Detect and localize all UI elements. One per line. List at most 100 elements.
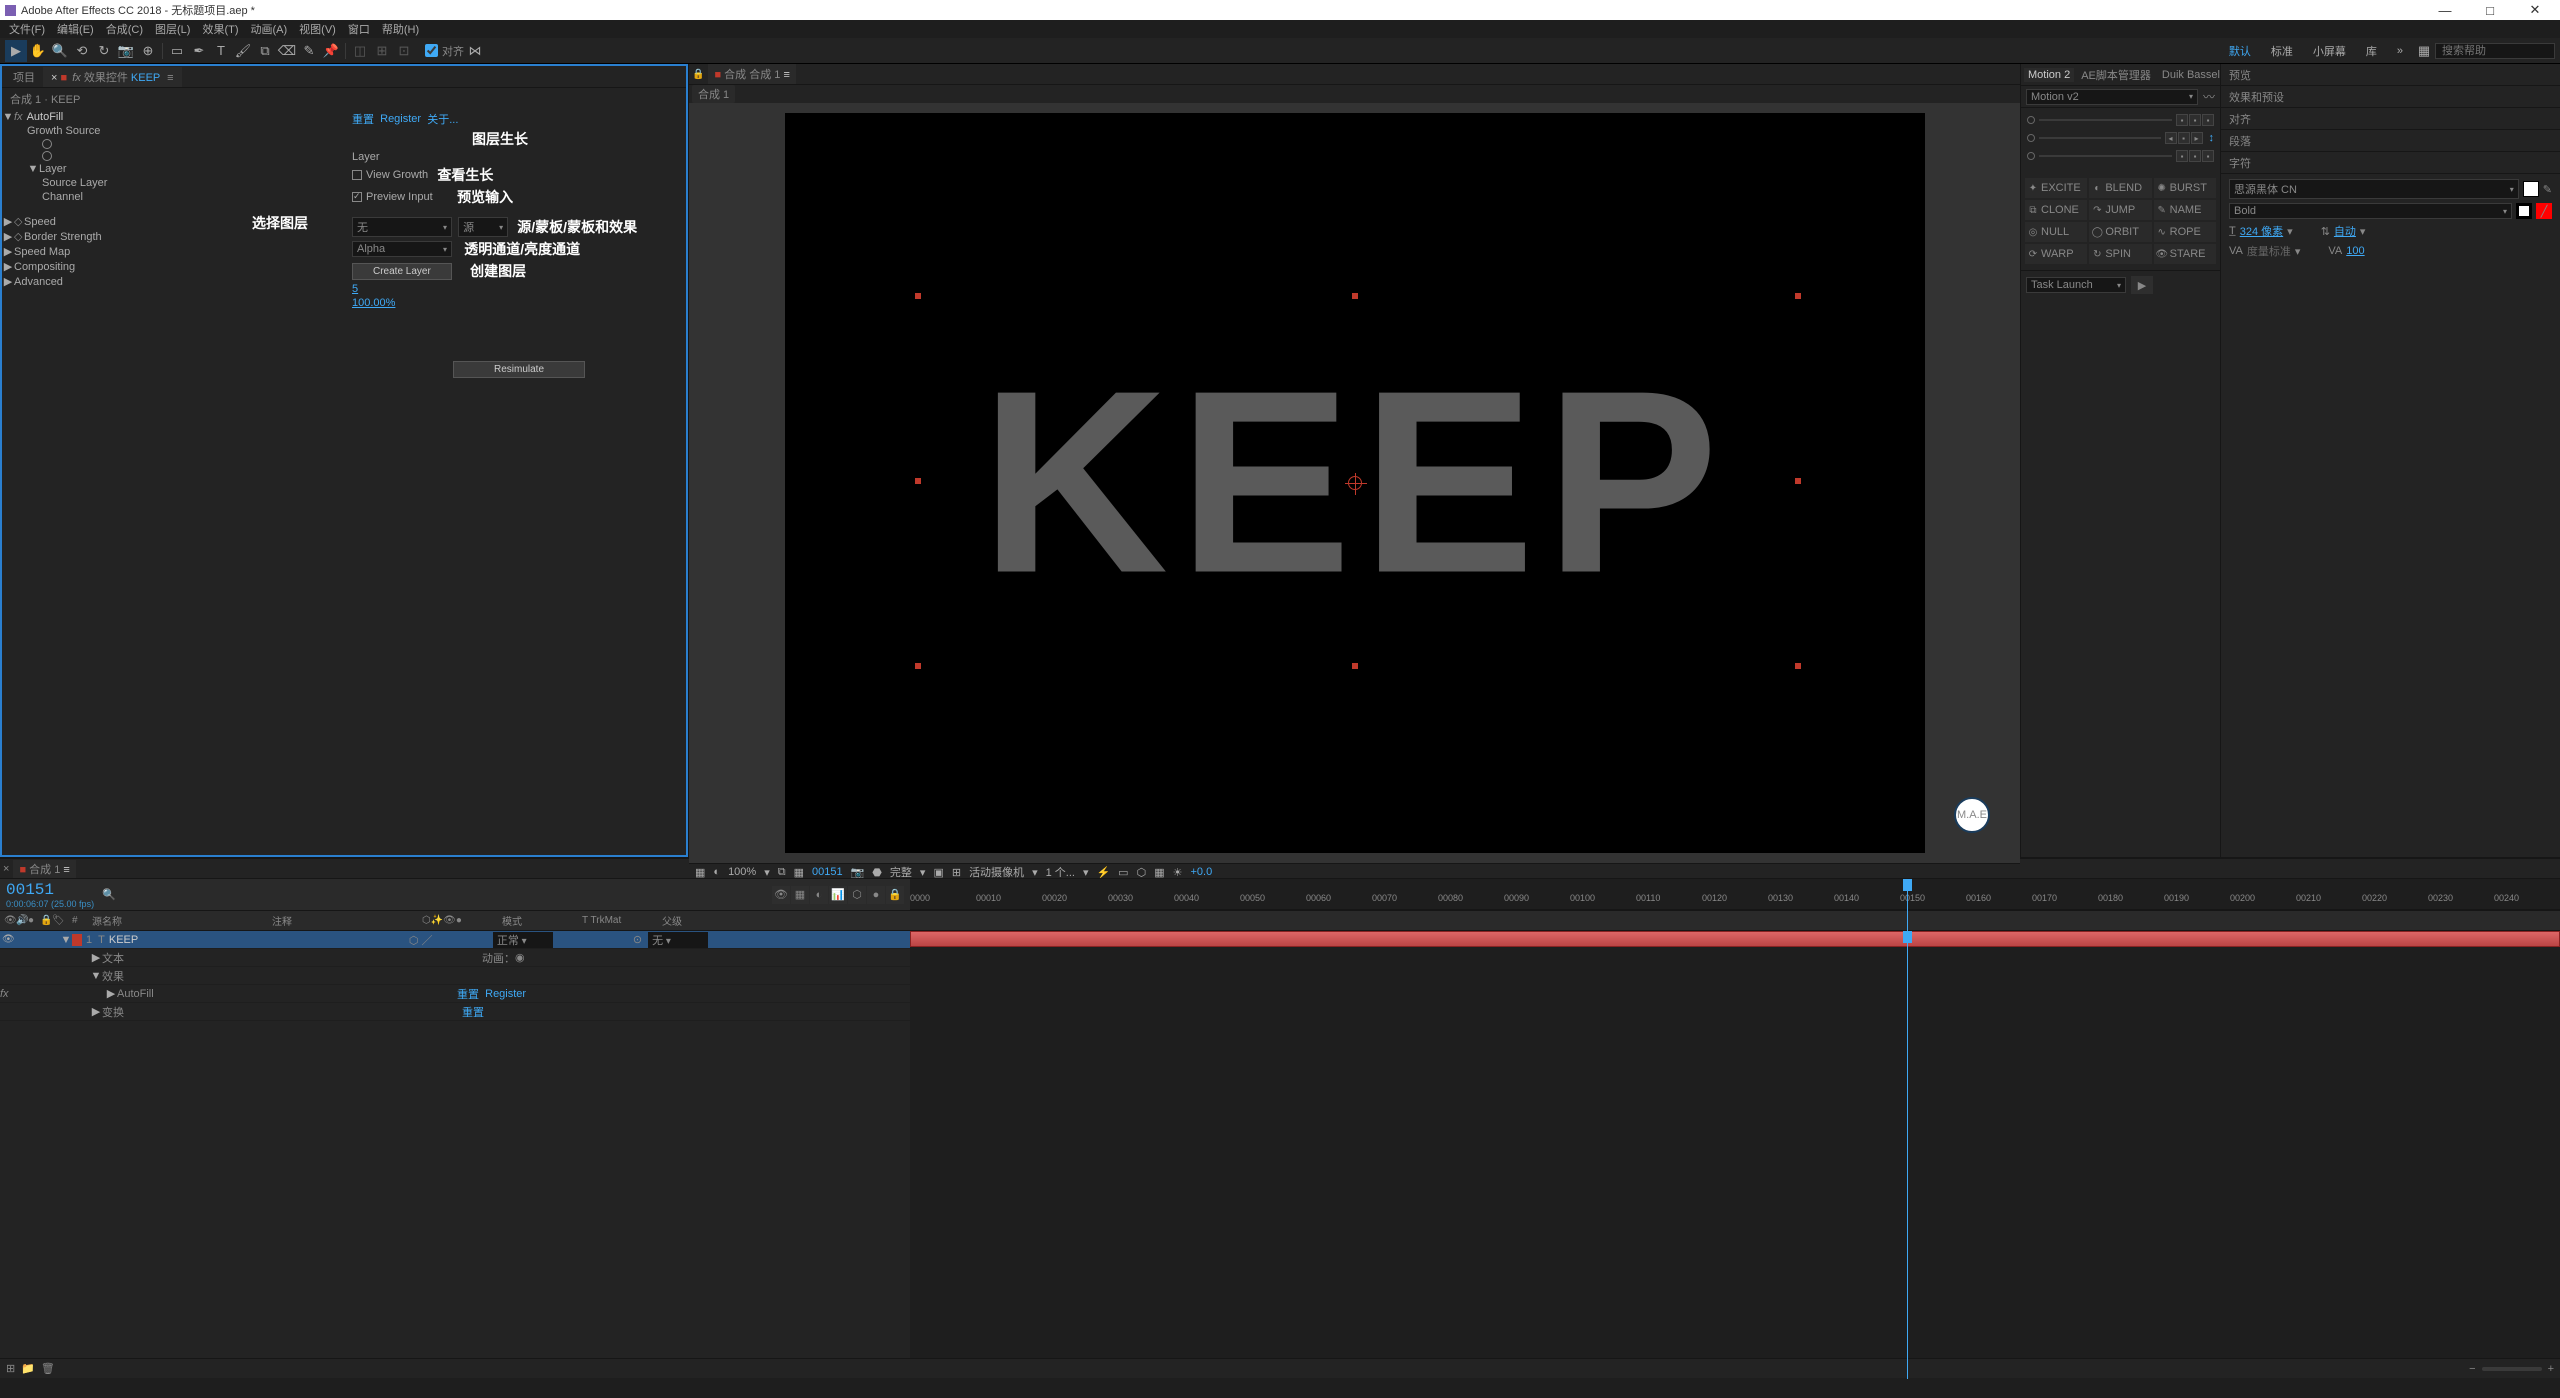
twirl-icon[interactable]: ▶ <box>2 275 14 288</box>
about-link[interactable]: 关于... <box>427 111 458 127</box>
feat-blend[interactable]: ◐BLEND <box>2089 178 2151 198</box>
selection-tool[interactable]: ▶ <box>5 40 27 62</box>
anchor-tool[interactable]: ⊕ <box>137 40 159 62</box>
twirl-icon[interactable]: ▶ <box>90 1005 102 1018</box>
workspace-library[interactable]: 库 <box>2356 41 2387 61</box>
effect-controls-tab[interactable]: × ■ fx 效果控件 KEEP ≡ <box>43 67 182 87</box>
slider-track[interactable] <box>2039 155 2172 157</box>
reset-link[interactable]: 重置 <box>462 1004 484 1020</box>
view-growth-checkbox[interactable] <box>352 170 362 180</box>
menu-file[interactable]: 文件(F) <box>4 20 50 38</box>
slider-btn[interactable]: ▪ <box>2176 150 2188 162</box>
slider-track[interactable] <box>2039 119 2172 121</box>
layer-sub-row[interactable]: ▼ 效果 <box>0 967 910 985</box>
align-panel-tab[interactable]: 对齐 <box>2221 108 2560 130</box>
character-panel-tab[interactable]: 字符 <box>2221 152 2560 174</box>
audio-col-icon[interactable]: 🔊 <box>12 915 24 926</box>
effect-name[interactable]: AutoFill <box>27 111 64 123</box>
toggle-switches-icon[interactable]: ⊞ <box>6 1362 15 1375</box>
feat-name[interactable]: ✎NAME <box>2154 200 2216 220</box>
close-button[interactable]: ✕ <box>2515 2 2555 18</box>
menu-composition[interactable]: 合成(C) <box>101 20 148 38</box>
slider-track[interactable] <box>2039 137 2161 139</box>
layer-sub-row[interactable]: ▶ 变换 重置 <box>0 1003 910 1021</box>
stroke-color-swatch[interactable] <box>2516 203 2532 219</box>
layer-row[interactable]: 👁 ▼ 1 T KEEP ⬡ ／ 正常 ▾ ⊙ 无 ▾ <box>0 931 910 949</box>
va-value[interactable]: 100 <box>2346 245 2364 257</box>
workspace-more[interactable]: » <box>2387 43 2413 59</box>
slider-btn[interactable]: ▪ <box>2178 132 2190 144</box>
twirl-icon[interactable]: ▶ <box>2 245 14 258</box>
view-axis-tool[interactable]: ⊡ <box>393 40 415 62</box>
menu-help[interactable]: 帮助(H) <box>377 20 424 38</box>
selection-handle[interactable] <box>1795 478 1801 484</box>
motion-blur-icon[interactable]: ◐ <box>810 886 828 904</box>
slider-btn[interactable]: ▸ <box>2191 132 2203 144</box>
reset-link[interactable]: 重置 <box>457 986 479 1002</box>
selection-handle[interactable] <box>1352 663 1358 669</box>
clone-tool[interactable]: ⧉ <box>254 40 276 62</box>
feat-burst[interactable]: ✺BURST <box>2154 178 2216 198</box>
feat-warp[interactable]: ⟳WARP <box>2025 244 2087 264</box>
mode-header[interactable]: 模式 <box>498 913 578 928</box>
zoom-out-icon[interactable]: − <box>2469 1363 2475 1375</box>
selection-handle[interactable] <box>915 293 921 299</box>
slider-btn[interactable]: ▪ <box>2189 114 2201 126</box>
timeline-tab[interactable]: ■ 合成 1 ≡ <box>13 860 75 878</box>
hand-tool[interactable]: ✋ <box>27 40 49 62</box>
lock-col-icon[interactable]: 🔒 <box>36 915 48 926</box>
source-name-header[interactable]: 源名称 <box>88 913 268 928</box>
sub-tab[interactable]: 合成 1 <box>692 85 735 103</box>
selection-handle[interactable] <box>915 663 921 669</box>
menu-window[interactable]: 窗口 <box>343 20 375 38</box>
slider-btn[interactable]: ▪ <box>2189 150 2201 162</box>
roto-tool[interactable]: ✎ <box>298 40 320 62</box>
font-family-dropdown[interactable]: 思源黑体 CN▾ <box>2229 179 2519 199</box>
tab-script-manager[interactable]: AE脚本管理器 <box>2077 66 2155 84</box>
type-tool[interactable]: T <box>210 40 232 62</box>
twirl-icon[interactable]: ▶ <box>105 987 117 1000</box>
workspace-panel-icon[interactable]: ▦ <box>2413 40 2435 62</box>
snap-checkbox[interactable]: 对齐 <box>425 43 464 59</box>
task-dropdown[interactable]: Task Launch▾ <box>2026 277 2126 293</box>
timecode[interactable]: 00151 <box>6 881 94 899</box>
zoom-tool[interactable]: 🔍 <box>49 40 71 62</box>
radio-icon[interactable] <box>42 139 52 149</box>
selection-handle[interactable] <box>1795 293 1801 299</box>
twirl-icon[interactable]: ▶ <box>90 951 102 964</box>
visibility-icon[interactable]: 👁 <box>2 934 14 945</box>
feat-orbit[interactable]: ◯ORBIT <box>2089 222 2151 242</box>
preview-input-checkbox[interactable] <box>352 192 362 202</box>
feat-excite[interactable]: ✦EXCITE <box>2025 178 2087 198</box>
trkmat-header[interactable]: T TrkMat <box>578 915 658 926</box>
slider-radio[interactable] <box>2027 152 2035 160</box>
draft-3d-icon[interactable]: ⬡ <box>848 886 866 904</box>
blend-mode-dropdown[interactable]: 正常 ▾ <box>493 932 553 948</box>
feat-jump[interactable]: ↷JUMP <box>2089 200 2151 220</box>
slider-radio[interactable] <box>2027 116 2035 124</box>
twirl-icon[interactable]: ▼ <box>60 934 72 946</box>
pen-tool[interactable]: ✒ <box>188 40 210 62</box>
font-size-value[interactable]: 324 像素 <box>2240 223 2283 239</box>
slider-btn[interactable]: ▪ <box>2202 150 2214 162</box>
parent-header[interactable]: 父级 <box>658 913 738 928</box>
slider-btn[interactable]: ▪ <box>2176 114 2188 126</box>
frame-blend-icon[interactable]: ▦ <box>791 886 809 904</box>
comment-header[interactable]: 注释 <box>268 913 418 928</box>
world-axis-tool[interactable]: ⊞ <box>371 40 393 62</box>
reset-link[interactable]: 重置 <box>352 111 374 127</box>
zoom-slider[interactable] <box>2482 1367 2542 1371</box>
eyedropper-icon[interactable]: ✎ <box>2543 183 2552 196</box>
feat-rope[interactable]: ∿ROPE <box>2154 222 2216 242</box>
time-ruler[interactable]: 0000000100002000030000400005000060000700… <box>910 879 2560 910</box>
camera-tool[interactable]: 📷 <box>115 40 137 62</box>
border-value[interactable]: 100.00% <box>352 297 395 309</box>
fx-presets-panel-tab[interactable]: 效果和预设 <box>2221 86 2560 108</box>
eraser-tool[interactable]: ⌫ <box>276 40 298 62</box>
twirl-icon[interactable]: ▶ <box>2 215 14 228</box>
menu-layer[interactable]: 图层(L) <box>150 20 195 38</box>
minimize-button[interactable]: — <box>2425 3 2465 18</box>
layer-name[interactable]: KEEP <box>109 934 259 946</box>
menu-view[interactable]: 视图(V) <box>294 20 341 38</box>
search-help-input[interactable] <box>2435 43 2555 59</box>
